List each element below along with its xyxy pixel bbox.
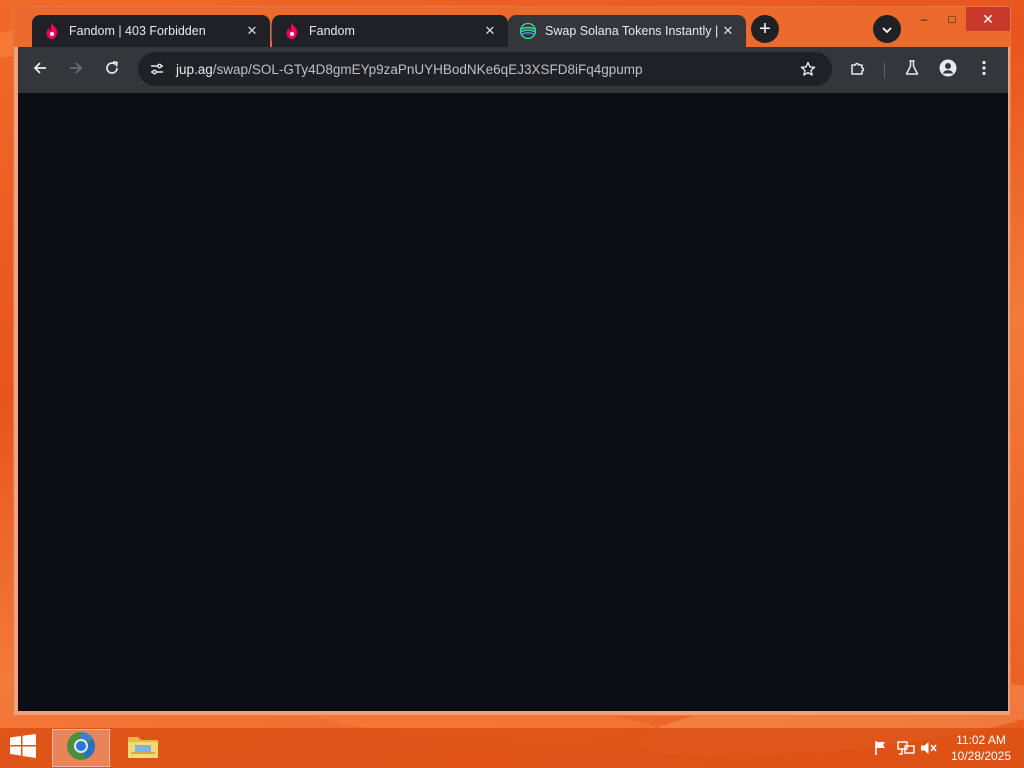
url-path: /swap/SOL-GTy4D8gmEYp9zaPnUYHBodNKe6qEJ3… bbox=[212, 61, 643, 77]
clock-time: 11:02 AM bbox=[956, 733, 1006, 747]
maximize-button[interactable]: □ bbox=[938, 7, 966, 31]
volume-muted-icon[interactable] bbox=[920, 740, 938, 756]
browser-window: Fandom | 403 Forbidden ✕ Fandom ✕ Swap S bbox=[13, 6, 1011, 716]
flask-icon bbox=[905, 59, 919, 81]
taskbar-file-explorer[interactable] bbox=[118, 729, 168, 767]
page-content[interactable] bbox=[18, 93, 1008, 711]
menu-button[interactable] bbox=[970, 56, 998, 84]
arrow-left-icon bbox=[33, 61, 47, 80]
jupiter-icon bbox=[520, 23, 536, 39]
folder-icon bbox=[127, 732, 159, 765]
tab-close-button[interactable]: ✕ bbox=[720, 23, 736, 39]
tab-fandom-403[interactable]: Fandom | 403 Forbidden ✕ bbox=[32, 15, 270, 47]
url-text: jup.ag/swap/SOL-GTy4D8gmEYp9zaPnUYHBodNK… bbox=[176, 62, 643, 77]
clock-date: 10/28/2025 bbox=[950, 749, 1012, 763]
chrome-icon bbox=[66, 731, 96, 766]
address-bar[interactable]: jup.ag/swap/SOL-GTy4D8gmEYp9zaPnUYHBodNK… bbox=[138, 52, 832, 86]
profile-button[interactable] bbox=[934, 56, 962, 84]
browser-toolbar: jup.ag/swap/SOL-GTy4D8gmEYp9zaPnUYHBodNK… bbox=[18, 47, 1008, 93]
forward-button[interactable] bbox=[62, 56, 90, 84]
bookmark-star-icon[interactable] bbox=[794, 55, 822, 83]
taskbar-chrome[interactable] bbox=[52, 729, 110, 767]
tab-title: Swap Solana Tokens Instantly | J bbox=[545, 24, 720, 38]
minimize-button[interactable]: – bbox=[910, 7, 938, 31]
puzzle-icon bbox=[850, 60, 866, 81]
url-host: jup.ag bbox=[176, 61, 213, 77]
reload-button[interactable] bbox=[98, 56, 126, 84]
action-center-flag-icon[interactable] bbox=[872, 740, 890, 756]
user-avatar-icon bbox=[939, 59, 957, 82]
labs-button[interactable] bbox=[898, 56, 926, 84]
tab-close-button[interactable]: ✕ bbox=[244, 23, 260, 39]
tab-close-button[interactable]: ✕ bbox=[482, 23, 498, 39]
kebab-menu-icon bbox=[982, 60, 986, 81]
network-icon[interactable] bbox=[897, 740, 915, 756]
close-window-button[interactable]: ✕ bbox=[966, 7, 1010, 31]
taskbar: 11:02 AM 10/28/2025 bbox=[0, 728, 1024, 768]
windows-logo-icon bbox=[9, 733, 37, 763]
site-info-icon[interactable] bbox=[142, 54, 172, 84]
fandom-flame-icon bbox=[284, 23, 300, 39]
new-tab-button[interactable]: + bbox=[751, 15, 779, 43]
system-clock[interactable]: 11:02 AM 10/28/2025 bbox=[944, 732, 1018, 764]
fandom-flame-icon bbox=[44, 23, 60, 39]
tab-title: Fandom | 403 Forbidden bbox=[69, 24, 206, 38]
tab-strip: Fandom | 403 Forbidden ✕ Fandom ✕ Swap S bbox=[14, 7, 1010, 47]
toolbar-divider bbox=[884, 62, 885, 78]
tab-search-button[interactable] bbox=[873, 15, 901, 43]
tab-jupiter-swap[interactable]: Swap Solana Tokens Instantly | J ✕ bbox=[508, 15, 746, 47]
reload-icon bbox=[105, 60, 119, 80]
chevron-down-icon bbox=[882, 20, 892, 38]
arrow-right-icon bbox=[69, 61, 83, 80]
start-button[interactable] bbox=[6, 733, 40, 763]
back-button[interactable] bbox=[26, 56, 54, 84]
tab-fandom[interactable]: Fandom ✕ bbox=[272, 15, 508, 47]
extensions-button[interactable] bbox=[844, 56, 872, 84]
tab-title: Fandom bbox=[309, 24, 355, 38]
